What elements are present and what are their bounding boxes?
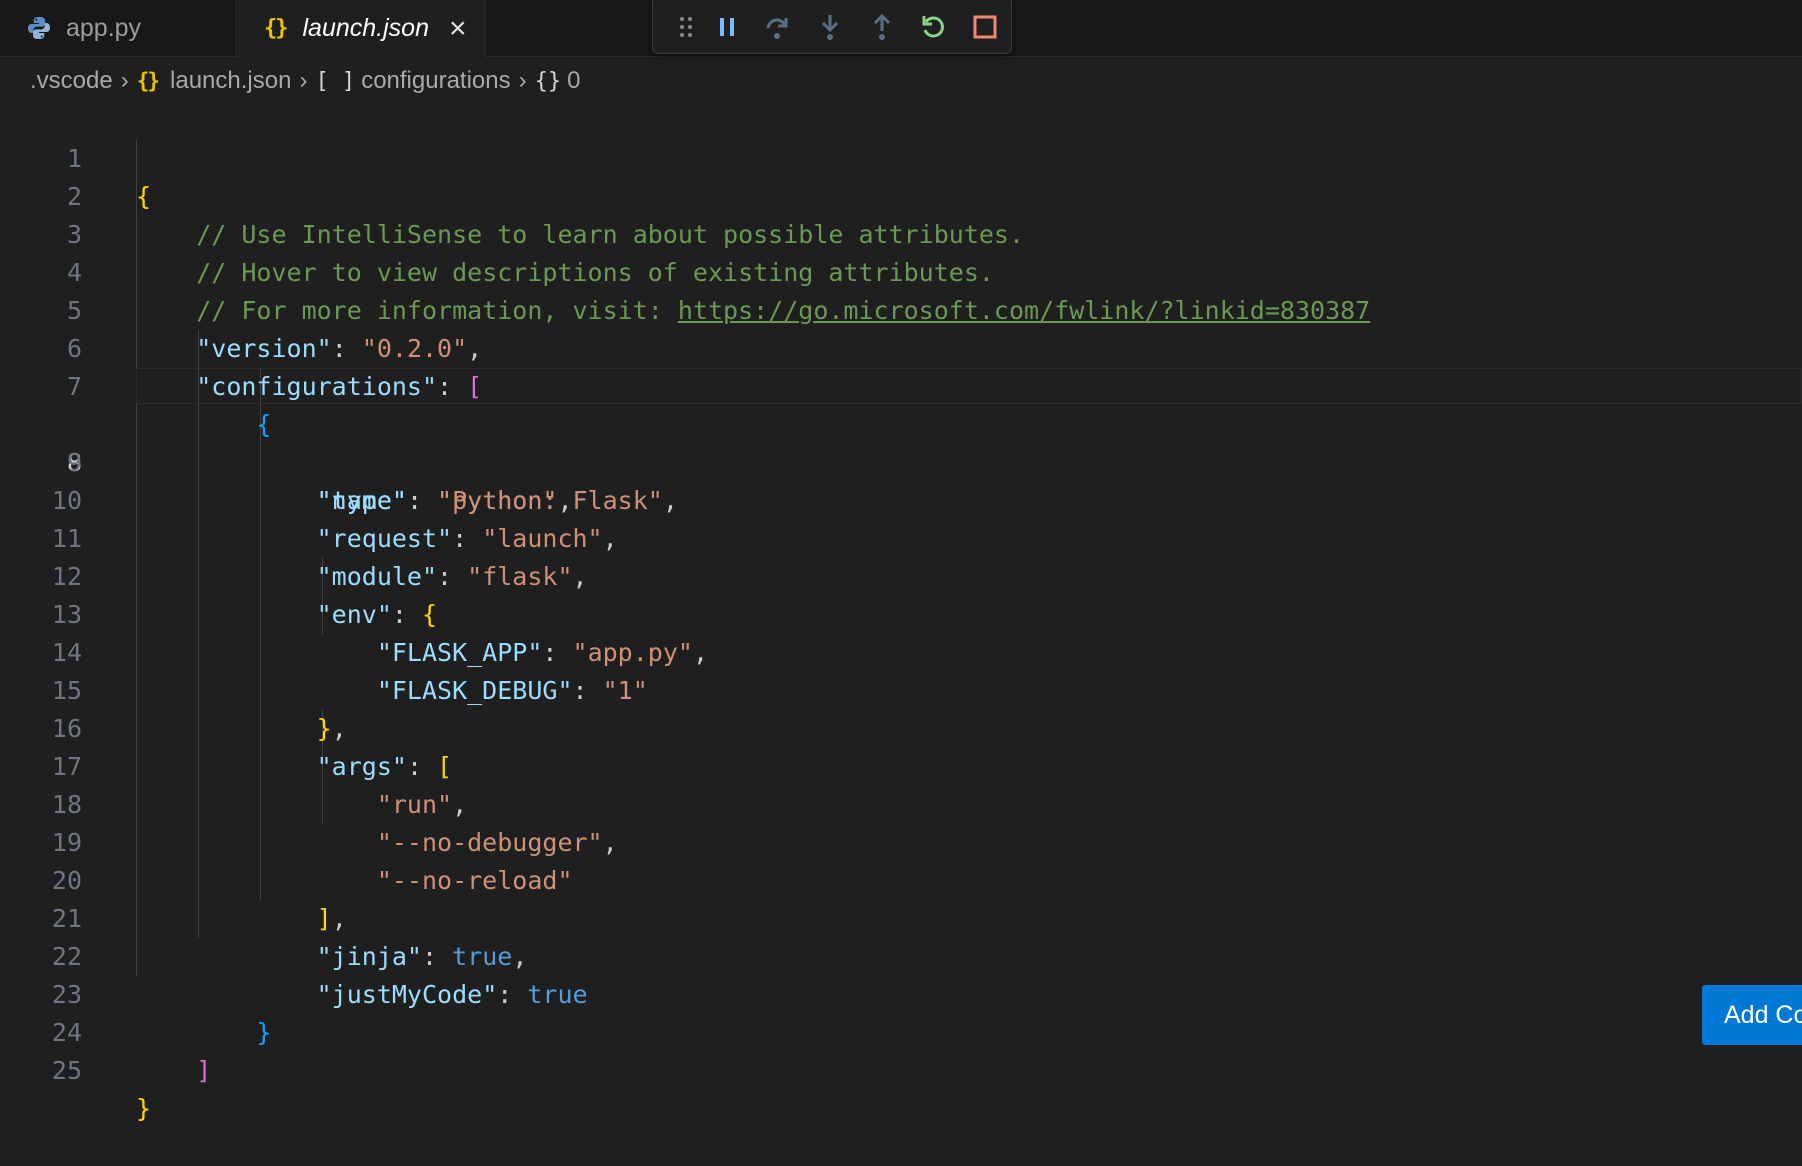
breadcrumb-folder[interactable]: .vscode — [30, 67, 113, 95]
code-line: 7 { — [0, 330, 1802, 439]
array-icon: [ ] — [315, 68, 356, 94]
breadcrumb-file-label: launch.json — [170, 67, 292, 94]
breadcrumb: .vscode › {} launch.json › [ ] configura… — [30, 64, 580, 98]
brace-token: } — [136, 1094, 152, 1123]
bracket-token: ] — [196, 1056, 212, 1085]
code-line: 16 "args": [ — [0, 672, 1802, 781]
json-braces-icon: {} — [264, 16, 288, 41]
code-editor[interactable]: 1 { 2 // Use IntelliSense to learn about… — [0, 102, 1802, 1123]
code-line: 1 { — [0, 102, 1802, 211]
code-line: 22 "justMyCode": true — [0, 900, 1802, 1009]
tab-label: launch.json — [302, 14, 429, 42]
stop-icon[interactable] — [959, 5, 1011, 49]
code-line: 17 "run", — [0, 710, 1802, 819]
breadcrumb-configurations-label: configurations — [361, 67, 511, 94]
code-line: 14 "FLASK_DEBUG": "1" — [0, 596, 1802, 705]
code-line: 13 "FLASK_APP": "app.py", — [0, 558, 1802, 667]
debug-toolbar — [652, 0, 1012, 54]
chevron-right-icon: › — [518, 67, 527, 94]
code-line: 21 "jinja": true, — [0, 862, 1802, 971]
code-line: 24 ] — [0, 976, 1802, 1085]
pause-icon[interactable] — [701, 5, 753, 49]
drag-handle-icon[interactable] — [671, 5, 701, 49]
code-line: 5 "version": "0.2.0", — [0, 254, 1802, 363]
code-line: 25 } — [0, 1014, 1802, 1123]
breadcrumb-object[interactable]: {} 0 — [535, 67, 581, 95]
step-into-icon[interactable] — [804, 5, 856, 49]
code-line: 2 // Use IntelliSense to learn about pos… — [0, 140, 1802, 249]
chevron-right-icon: › — [120, 67, 129, 94]
code-line: 6 "configurations": [ — [0, 292, 1802, 401]
object-icon: {} — [534, 68, 562, 94]
tab-app-py[interactable]: app.py — [0, 0, 237, 56]
code-line: 23 } — [0, 938, 1802, 1047]
current-line-highlight — [136, 368, 1802, 404]
code-line: 4 // For more information, visit: https:… — [0, 216, 1802, 325]
code-line: 9 "type": "python", — [0, 406, 1802, 515]
step-over-icon[interactable] — [753, 5, 805, 49]
breadcrumb-object-label: 0 — [567, 67, 581, 94]
code-line: 15 }, — [0, 634, 1802, 743]
python-icon — [28, 17, 50, 39]
code-line: 18 "--no-debugger", — [0, 748, 1802, 857]
restart-icon[interactable] — [908, 5, 960, 49]
code-line: 10 "request": "launch", — [0, 444, 1802, 553]
json-braces-icon: {} — [136, 69, 160, 93]
code-line: 19 "--no-reload" — [0, 786, 1802, 895]
chevron-right-icon: › — [299, 67, 308, 94]
code-line: 12 "env": { — [0, 520, 1802, 629]
step-out-icon[interactable] — [856, 5, 908, 49]
code-line: 3 // Hover to view descriptions of exist… — [0, 178, 1802, 287]
code-line-current: 8 "name": "Python: Flask", — [0, 368, 1802, 515]
breadcrumb-file[interactable]: {} launch.json — [137, 67, 292, 95]
close-icon[interactable]: × — [449, 13, 467, 44]
breadcrumb-configurations[interactable]: [ ] configurations — [315, 67, 510, 95]
code-line: 11 "module": "flask", — [0, 482, 1802, 591]
code-line: 20 ], — [0, 824, 1802, 933]
line-number: 25 — [51, 1056, 82, 1085]
tab-launch-json[interactable]: {} launch.json × — [238, 0, 486, 57]
tab-label: app.py — [66, 13, 142, 42]
add-configuration-button[interactable]: Add Co — [1702, 985, 1802, 1045]
